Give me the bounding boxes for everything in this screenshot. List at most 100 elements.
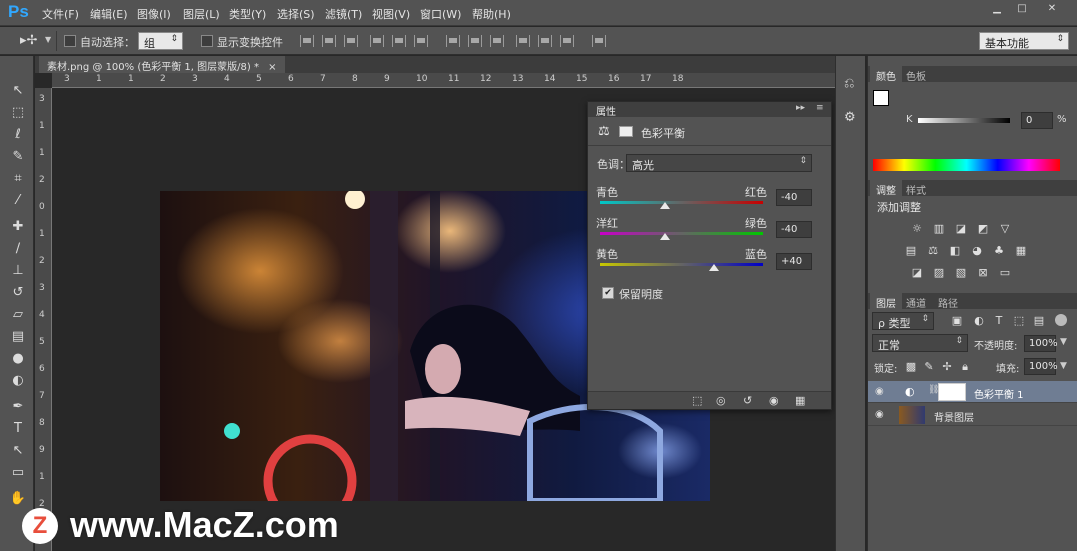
gradient-map-icon[interactable]: ▭: [998, 267, 1012, 279]
layer-name[interactable]: 色彩平衡 1: [974, 386, 1024, 401]
hue-saturation-icon[interactable]: ▤: [904, 245, 918, 257]
preserve-luminosity-checkbox[interactable]: ✔: [602, 287, 614, 299]
visibility-eye-icon[interactable]: ◉: [875, 409, 884, 420]
menu-select[interactable]: 选择(S): [277, 6, 315, 22]
history-brush-tool-icon[interactable]: ↺: [9, 284, 27, 302]
move-tool-icon[interactable]: ↖: [9, 82, 27, 100]
menu-layer[interactable]: 图层(L): [183, 6, 220, 22]
fill-chevron-down-icon[interactable]: ▼: [1060, 361, 1067, 371]
posterize-icon[interactable]: ▨: [932, 267, 946, 279]
visibility-eye-icon[interactable]: ◉: [769, 394, 779, 407]
yellow-blue-track[interactable]: [600, 263, 763, 266]
mask-icon[interactable]: [619, 126, 633, 137]
pen-tool-icon[interactable]: ✒: [9, 398, 27, 416]
menu-image[interactable]: 图像(I): [137, 6, 171, 22]
dodge-tool-icon[interactable]: ◐: [9, 372, 27, 390]
move-tool-icon[interactable]: ▸✢: [20, 33, 37, 48]
menu-type[interactable]: 类型(Y): [229, 6, 266, 22]
healing-brush-tool-icon[interactable]: ✚: [9, 218, 27, 236]
filter-shape-icon[interactable]: ⬚: [1012, 315, 1026, 327]
cyan-red-thumb[interactable]: [660, 202, 671, 209]
align-bottom-icon[interactable]: [344, 35, 358, 47]
menu-help[interactable]: 帮助(H): [472, 6, 511, 22]
auto-align-layers-icon[interactable]: [592, 35, 606, 47]
tab-swatches[interactable]: 色板: [900, 66, 932, 83]
panel-menu-icon[interactable]: ≡: [816, 103, 824, 113]
filter-toggle-icon[interactable]: [1055, 314, 1067, 326]
menu-view[interactable]: 视图(V): [372, 6, 410, 22]
eraser-tool-icon[interactable]: ▱: [9, 306, 27, 324]
color-spectrum[interactable]: [873, 159, 1060, 171]
filter-adjustment-icon[interactable]: ◐: [972, 315, 986, 327]
clip-to-layer-icon[interactable]: ⬚: [692, 394, 702, 407]
black-white-icon[interactable]: ◧: [948, 245, 962, 257]
k-value[interactable]: 0: [1021, 112, 1053, 129]
lock-transparent-icon[interactable]: ▩: [904, 361, 918, 373]
blend-mode-dropdown[interactable]: 正常 ⇕: [872, 334, 968, 352]
collapse-icon[interactable]: ▸▸: [796, 103, 805, 113]
visibility-eye-icon[interactable]: ◉: [875, 386, 884, 397]
align-left-icon[interactable]: [370, 35, 384, 47]
properties-dock-icon[interactable]: ⚙: [844, 110, 856, 125]
layer-filter-dropdown[interactable]: ρ 类型 ⇕: [872, 312, 934, 330]
distribute-hcenter-icon[interactable]: [538, 35, 552, 47]
align-vcenter-icon[interactable]: [322, 35, 336, 47]
lock-all-icon[interactable]: 🔒︎: [958, 361, 972, 373]
tool-preset-chevron-down-icon[interactable]: ▼: [45, 35, 51, 44]
blur-tool-icon[interactable]: ●: [9, 350, 27, 368]
layer-row-color-balance[interactable]: ◉ ◐ ⛓ 色彩平衡 1: [868, 381, 1077, 403]
cyan-red-value[interactable]: -40: [776, 189, 812, 206]
filter-pixel-icon[interactable]: ▣: [950, 315, 964, 327]
minimize-button[interactable]: ▁: [985, 3, 1009, 17]
properties-tab[interactable]: 属性: [596, 103, 616, 118]
tone-dropdown[interactable]: 高光 ⇕: [626, 154, 812, 172]
color-lookup-icon[interactable]: ▦: [1014, 245, 1028, 257]
hand-tool-icon[interactable]: ✋: [9, 490, 27, 508]
vibrance-icon[interactable]: ▽: [998, 223, 1012, 235]
yellow-blue-value[interactable]: +40: [776, 253, 812, 270]
menu-window[interactable]: 窗口(W): [420, 6, 461, 22]
distribute-right-icon[interactable]: [560, 35, 574, 47]
eyedropper-tool-icon[interactable]: ⁄: [9, 192, 27, 210]
channel-mixer-icon[interactable]: ♣: [992, 245, 1006, 257]
magenta-green-track[interactable]: [600, 232, 763, 235]
tab-layers[interactable]: 图层: [870, 293, 902, 310]
curves-icon[interactable]: ◪: [954, 223, 968, 235]
tab-adjustments[interactable]: 调整: [870, 180, 902, 197]
align-right-icon[interactable]: [414, 35, 428, 47]
view-previous-icon[interactable]: ◎: [716, 394, 726, 407]
auto-select-checkbox[interactable]: [64, 35, 76, 47]
path-select-tool-icon[interactable]: ↖: [9, 442, 27, 460]
distribute-top-icon[interactable]: [446, 35, 460, 47]
distribute-left-icon[interactable]: [516, 35, 530, 47]
tab-styles[interactable]: 样式: [900, 180, 932, 197]
quick-select-tool-icon[interactable]: ✎: [9, 148, 27, 166]
tab-color[interactable]: 颜色: [870, 66, 902, 83]
align-top-icon[interactable]: [300, 35, 314, 47]
tab-channels[interactable]: 通道: [900, 293, 932, 310]
lock-image-icon[interactable]: ✎: [922, 361, 936, 373]
exposure-icon[interactable]: ◩: [976, 223, 990, 235]
filter-smart-object-icon[interactable]: ▤: [1032, 315, 1046, 327]
tab-close-icon[interactable]: ×: [268, 62, 276, 73]
layer-name[interactable]: 背景图层: [934, 409, 974, 424]
history-icon[interactable]: ⎌: [844, 76, 854, 91]
clone-stamp-tool-icon[interactable]: ⊥: [9, 262, 27, 280]
yellow-blue-thumb[interactable]: [709, 264, 720, 271]
shape-tool-icon[interactable]: ▭: [9, 464, 27, 482]
brush-tool-icon[interactable]: ∕: [9, 240, 27, 258]
selective-color-icon[interactable]: ⊠: [976, 267, 990, 279]
document-tab[interactable]: 素材.png @ 100% (色彩平衡 1, 图层蒙版/8) * ×: [39, 56, 285, 73]
reset-icon[interactable]: ↺: [743, 394, 752, 407]
opacity-value[interactable]: 100%: [1024, 335, 1058, 352]
type-tool-icon[interactable]: T: [9, 420, 27, 438]
levels-icon[interactable]: ▥: [932, 223, 946, 235]
menu-edit[interactable]: 编辑(E): [90, 6, 128, 22]
layer-row-background[interactable]: ◉ 背景图层: [868, 404, 1077, 426]
show-transform-checkbox[interactable]: [201, 35, 213, 47]
workspace-dropdown[interactable]: 基本功能 ⇕: [979, 32, 1069, 50]
brightness-icon[interactable]: ☼: [910, 223, 924, 235]
fill-value[interactable]: 100%: [1024, 358, 1058, 375]
layer-mask-thumbnail[interactable]: [938, 383, 966, 401]
filter-type-icon[interactable]: T: [992, 315, 1006, 327]
